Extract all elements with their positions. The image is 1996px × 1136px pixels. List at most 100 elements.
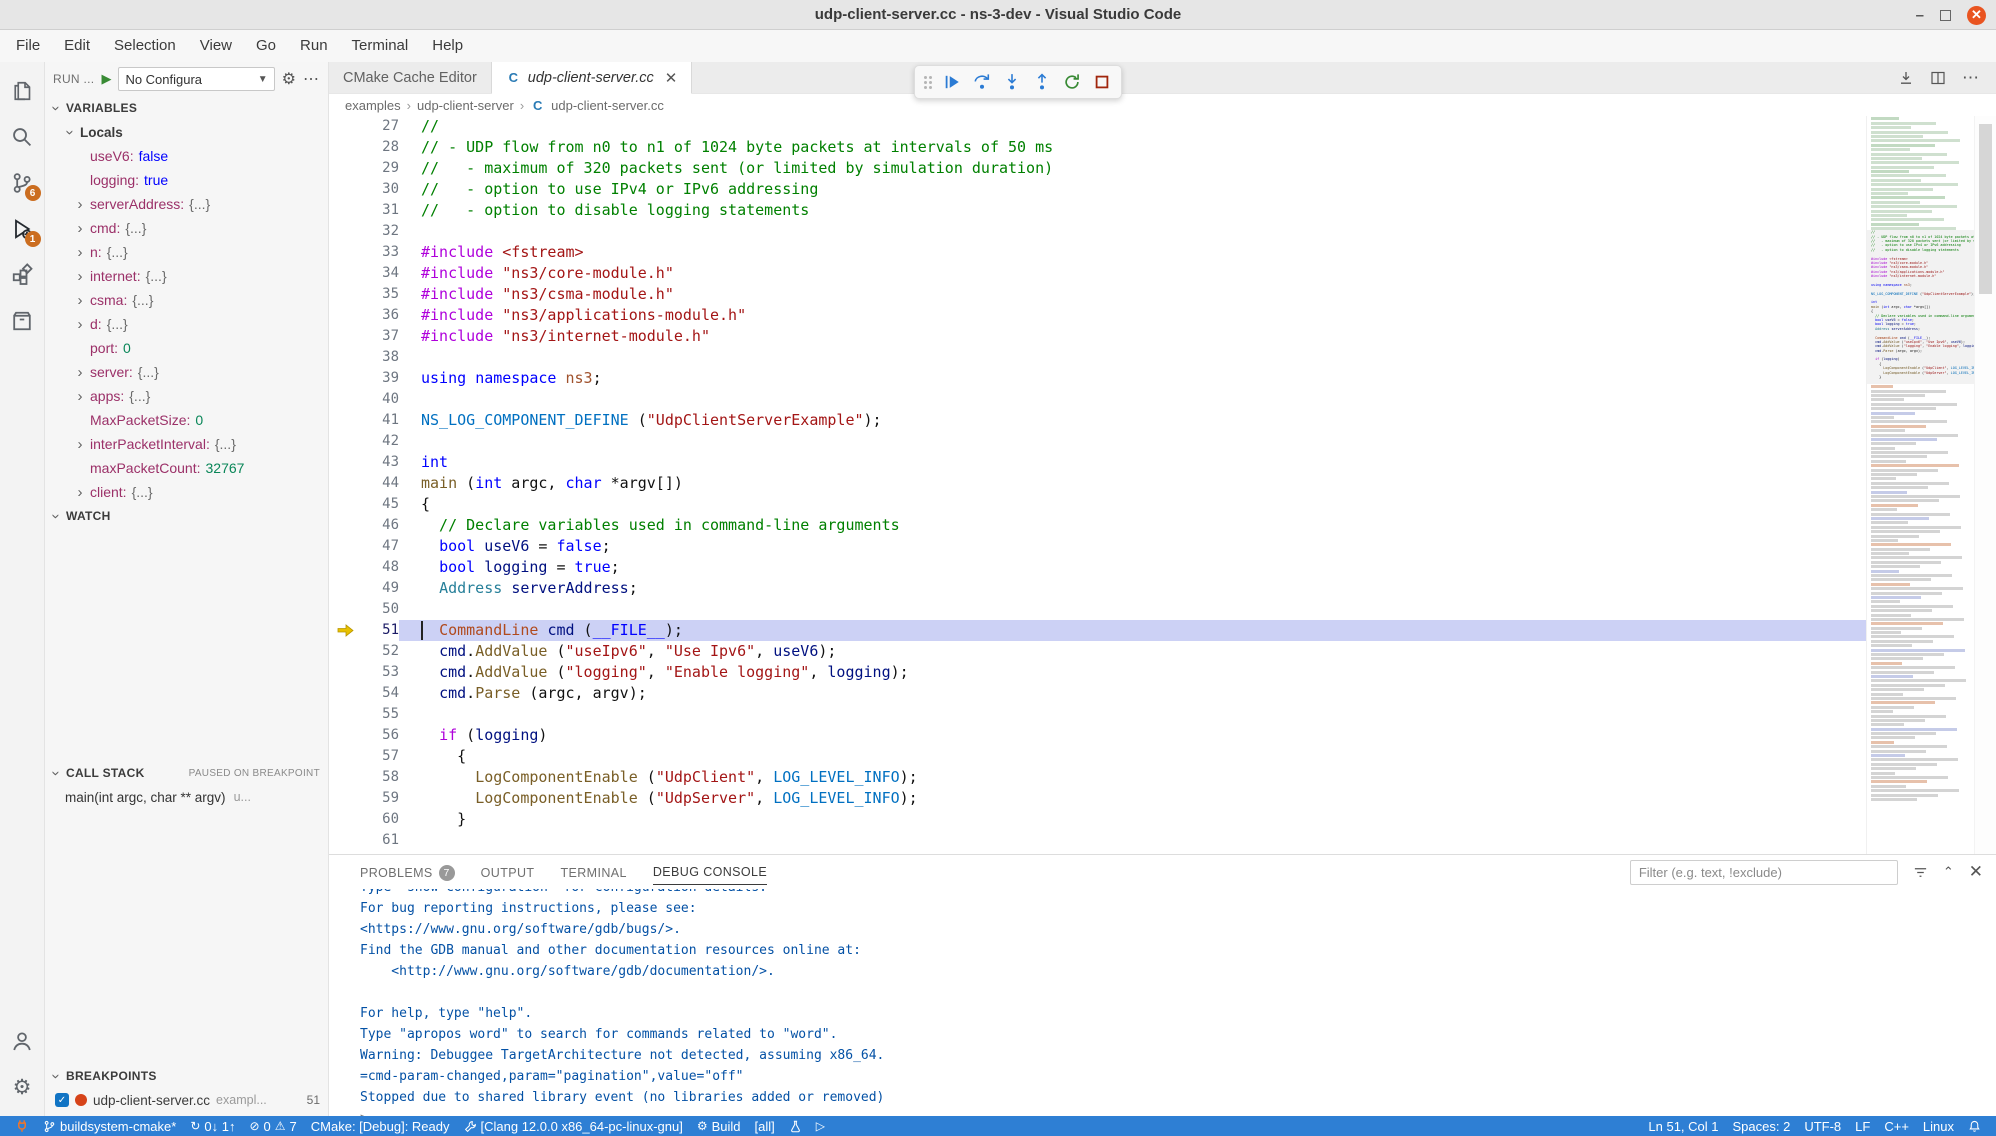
glyph-margin[interactable] xyxy=(329,326,359,347)
glyph-margin[interactable] xyxy=(329,389,359,410)
glyph-margin[interactable] xyxy=(329,242,359,263)
line-number[interactable]: 32 xyxy=(359,221,399,242)
line-number[interactable]: 53 xyxy=(359,662,399,683)
close-button[interactable]: ✕ xyxy=(1967,6,1986,25)
maximize-panel-icon[interactable]: ⌃ xyxy=(1943,864,1954,880)
variable-row[interactable]: ›useV6:false xyxy=(45,144,328,168)
menu-run[interactable]: Run xyxy=(288,30,340,62)
code-line[interactable]: 47 bool useV6 = false; xyxy=(329,536,1866,557)
tab-udp-client-server[interactable]: C udp-client-server.cc ✕ xyxy=(492,62,693,94)
line-number[interactable]: 37 xyxy=(359,326,399,347)
menu-help[interactable]: Help xyxy=(420,30,475,62)
line-number[interactable]: 59 xyxy=(359,788,399,809)
glyph-margin[interactable] xyxy=(329,452,359,473)
variable-row[interactable]: ›server:{...} xyxy=(45,360,328,384)
code-line[interactable]: 52 cmd.AddValue ("useIpv6", "Use Ipv6", … xyxy=(329,641,1866,662)
glyph-margin[interactable] xyxy=(329,116,359,137)
filter-lines-icon[interactable] xyxy=(1913,865,1928,880)
call-stack-section-header[interactable]: › CALL STACK PAUSED ON BREAKPOINT xyxy=(45,761,328,785)
code-line[interactable]: 49 Address serverAddress; xyxy=(329,578,1866,599)
remote-indicator[interactable] xyxy=(8,1119,36,1133)
glyph-margin[interactable] xyxy=(329,515,359,536)
line-number[interactable]: 51 xyxy=(359,620,399,641)
glyph-margin[interactable] xyxy=(329,158,359,179)
split-editor-icon[interactable] xyxy=(1930,70,1946,86)
glyph-margin[interactable] xyxy=(329,599,359,620)
line-number[interactable]: 40 xyxy=(359,389,399,410)
line-number[interactable]: 48 xyxy=(359,557,399,578)
menu-edit[interactable]: Edit xyxy=(52,30,102,62)
line-number[interactable]: 56 xyxy=(359,725,399,746)
code-line[interactable]: 30// - option to use IPv4 or IPv6 addres… xyxy=(329,179,1866,200)
code-line[interactable]: 55 xyxy=(329,704,1866,725)
breadcrumb-item[interactable]: udp-client-server.cc xyxy=(551,98,664,113)
account-button[interactable] xyxy=(0,1018,45,1064)
stack-frame-row[interactable]: main(int argc, char ** argv) u... xyxy=(45,785,328,809)
close-panel-icon[interactable]: ✕ xyxy=(1969,862,1983,882)
variable-row[interactable]: ›port:0 xyxy=(45,336,328,360)
code-line[interactable]: 28// - UDP flow from n0 to n1 of 1024 by… xyxy=(329,137,1866,158)
drag-handle[interactable] xyxy=(921,76,935,89)
activity-explorer[interactable] xyxy=(0,68,45,114)
breakpoint-checkbox[interactable]: ✓ xyxy=(55,1093,69,1107)
glyph-margin[interactable] xyxy=(329,578,359,599)
glyph-margin[interactable] xyxy=(329,431,359,452)
line-number[interactable]: 35 xyxy=(359,284,399,305)
menu-view[interactable]: View xyxy=(188,30,244,62)
breakpoint-row[interactable]: ✓ udp-client-server.cc exampl... 51 xyxy=(45,1088,328,1112)
variable-row[interactable]: ›MaxPacketSize:0 xyxy=(45,408,328,432)
glyph-margin[interactable] xyxy=(329,641,359,662)
breadcrumb-item[interactable]: udp-client-server xyxy=(417,98,514,113)
cursor-position[interactable]: Ln 51, Col 1 xyxy=(1641,1119,1725,1134)
stop-button[interactable] xyxy=(1089,68,1115,96)
line-number[interactable]: 57 xyxy=(359,746,399,767)
line-number[interactable]: 50 xyxy=(359,599,399,620)
variables-section-header[interactable]: › VARIABLES xyxy=(45,96,328,120)
line-number[interactable]: 55 xyxy=(359,704,399,725)
line-number[interactable]: 54 xyxy=(359,683,399,704)
download-icon[interactable] xyxy=(1898,70,1914,86)
line-number[interactable]: 45 xyxy=(359,494,399,515)
glyph-margin[interactable] xyxy=(329,725,359,746)
code-line[interactable]: 33#include <fstream> xyxy=(329,242,1866,263)
cmake-build-target[interactable]: [all] xyxy=(748,1119,782,1134)
variable-row[interactable]: ›d:{...} xyxy=(45,312,328,336)
line-number[interactable]: 33 xyxy=(359,242,399,263)
git-branch-status[interactable]: buildsystem-cmake* xyxy=(36,1119,183,1134)
tab-output[interactable]: OUTPUT xyxy=(481,860,535,885)
code-line[interactable]: 43int xyxy=(329,452,1866,473)
activity-search[interactable] xyxy=(0,114,45,160)
console-prompt[interactable]: > xyxy=(360,1108,1996,1116)
glyph-margin[interactable] xyxy=(329,179,359,200)
activity-source-control[interactable]: 6 xyxy=(0,160,45,206)
test-button[interactable] xyxy=(782,1120,809,1133)
variable-row[interactable]: ›csma:{...} xyxy=(45,288,328,312)
activity-extensions[interactable] xyxy=(0,252,45,298)
line-number[interactable]: 31 xyxy=(359,200,399,221)
code-line[interactable]: 32 xyxy=(329,221,1866,242)
code-line[interactable]: 31// - option to disable logging stateme… xyxy=(329,200,1866,221)
code-line[interactable]: 51 CommandLine cmd (__FILE__); xyxy=(329,620,1866,641)
line-number[interactable]: 46 xyxy=(359,515,399,536)
variable-row[interactable]: ›internet:{...} xyxy=(45,264,328,288)
glyph-margin[interactable] xyxy=(329,704,359,725)
glyph-margin[interactable] xyxy=(329,620,359,641)
restart-button[interactable] xyxy=(1059,68,1085,96)
code-line[interactable]: 45{ xyxy=(329,494,1866,515)
indentation[interactable]: Spaces: 2 xyxy=(1726,1119,1798,1134)
code-line[interactable]: 27// xyxy=(329,116,1866,137)
breakpoints-section-header[interactable]: › BREAKPOINTS xyxy=(45,1064,328,1088)
code-line[interactable]: 60 } xyxy=(329,809,1866,830)
code-editor[interactable]: 27//28// - UDP flow from n0 to n1 of 102… xyxy=(329,116,1866,854)
variable-row[interactable]: ›client:{...} xyxy=(45,480,328,504)
code-line[interactable]: 42 xyxy=(329,431,1866,452)
glyph-margin[interactable] xyxy=(329,788,359,809)
line-number[interactable]: 44 xyxy=(359,473,399,494)
line-number[interactable]: 47 xyxy=(359,536,399,557)
variable-row[interactable]: ›n:{...} xyxy=(45,240,328,264)
glyph-margin[interactable] xyxy=(329,263,359,284)
cmake-status[interactable]: CMake: [Debug]: Ready xyxy=(304,1119,457,1134)
glyph-margin[interactable] xyxy=(329,830,359,851)
cmake-kit[interactable]: [Clang 12.0.0 x86_64-pc-linux-gnu] xyxy=(457,1119,690,1134)
step-into-button[interactable] xyxy=(999,68,1025,96)
